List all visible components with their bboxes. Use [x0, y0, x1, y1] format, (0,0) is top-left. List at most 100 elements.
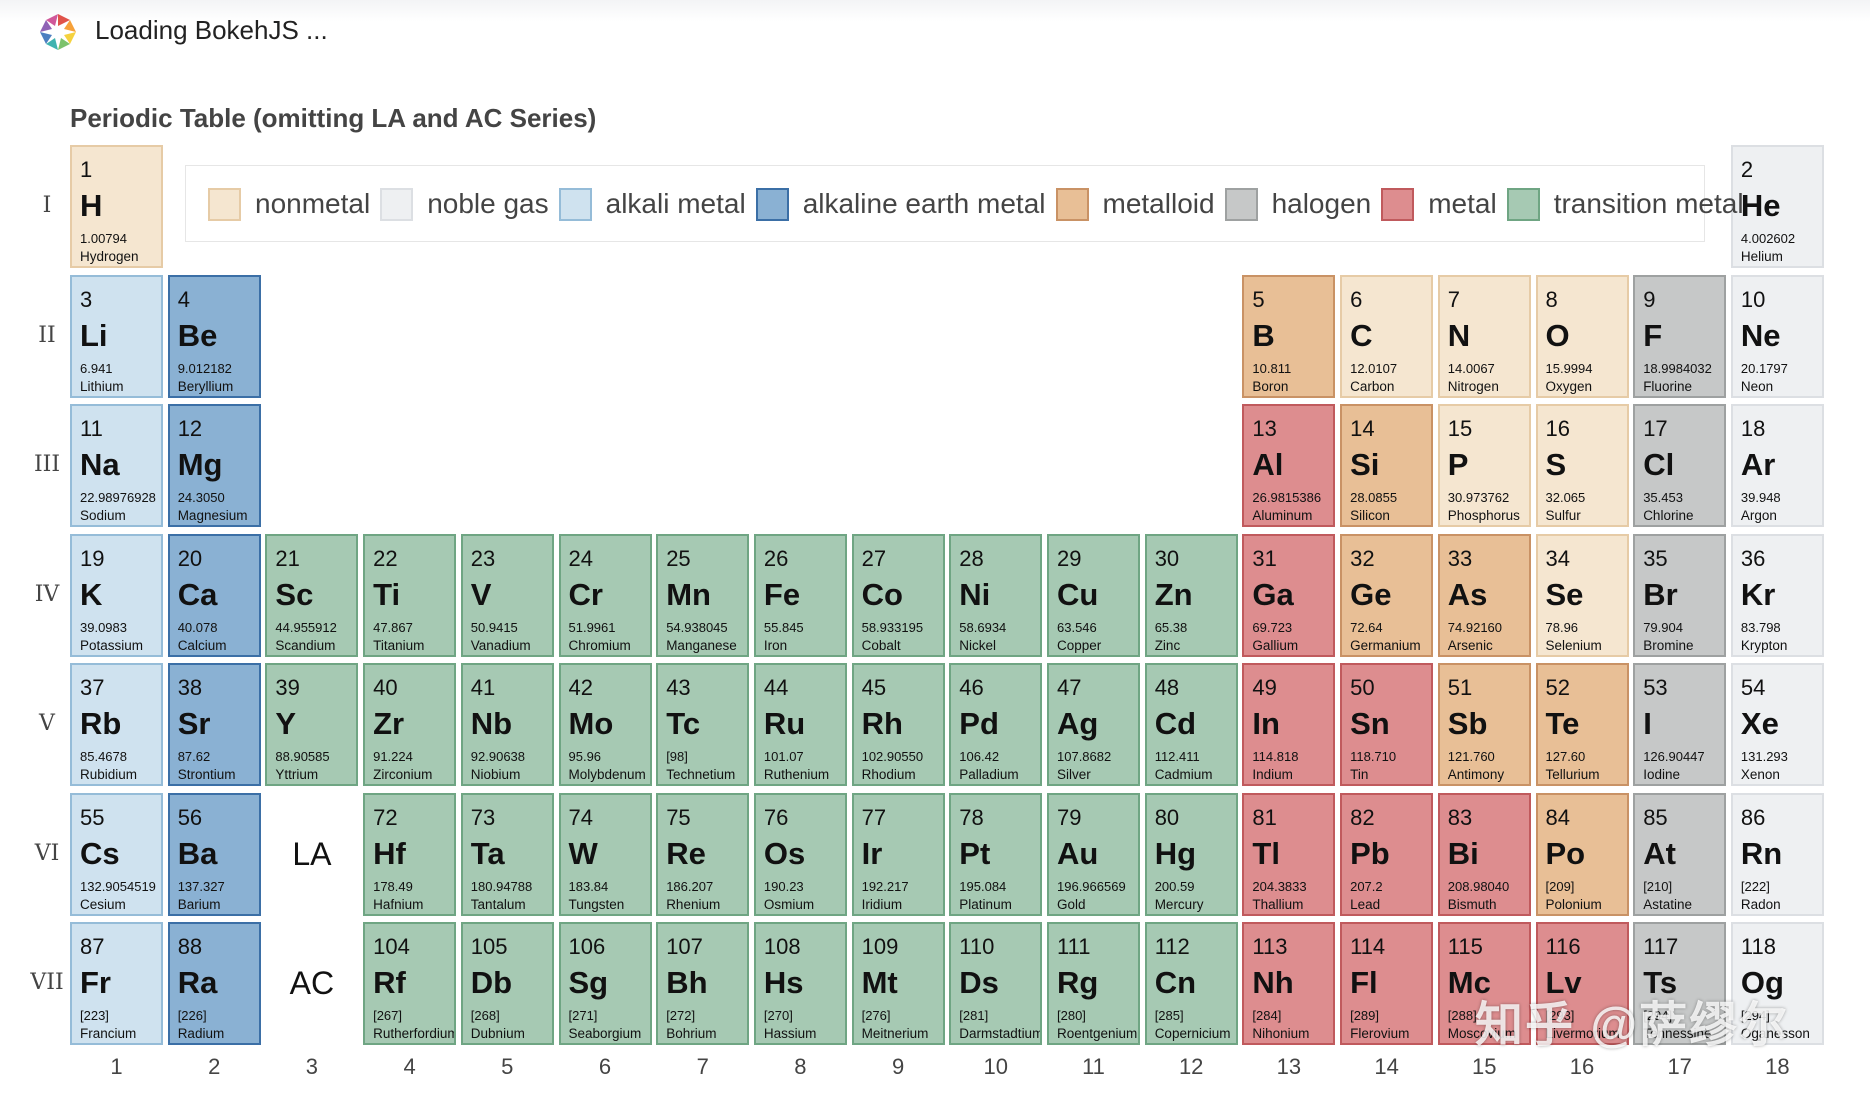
- element-tile-ti[interactable]: 22 Ti 47.867 Titanium: [363, 533, 457, 657]
- element-tile-rg[interactable]: 111 Rg [280] Roentgenium: [1047, 922, 1140, 1045]
- element-tile-sn[interactable]: 50 Sn 118.710 Tin: [1340, 663, 1434, 786]
- element-symbol: Pb: [1350, 835, 1390, 871]
- element-tile-rf[interactable]: 104 Rf [267] Rutherfordium: [363, 922, 457, 1045]
- element-tile-bh[interactable]: 107 Bh [272] Bohrium: [656, 922, 750, 1045]
- element-tile-c[interactable]: 6 C 12.0107 Carbon: [1340, 274, 1434, 398]
- element-tile-fr[interactable]: 87 Fr [223] Francium: [70, 922, 163, 1045]
- element-tile-k[interactable]: 19 K 39.0983 Potassium: [70, 533, 163, 657]
- element-tile-i[interactable]: 53 I 126.90447 Iodine: [1633, 663, 1727, 786]
- atomic-number: 33: [1447, 545, 1473, 571]
- element-tile-f[interactable]: 9 F 18.9984032 Fluorine: [1633, 274, 1727, 398]
- element-tile-o[interactable]: 8 O 15.9994 Oxygen: [1535, 274, 1629, 398]
- element-tile-sg[interactable]: 106 Sg [271] Seaborgium: [558, 922, 652, 1045]
- element-tile-fe[interactable]: 26 Fe 55.845 Iron: [753, 533, 847, 657]
- atomic-mass: 74.92160: [1447, 619, 1503, 635]
- element-tile-w[interactable]: 74 W 183.84 Tungsten: [558, 792, 652, 916]
- element-tile-ne[interactable]: 10 Ne 20.1797 Neon: [1730, 274, 1824, 398]
- element-tile-ta[interactable]: 73 Ta 180.94788 Tantalum: [460, 792, 554, 916]
- element-tile-hf[interactable]: 72 Hf 178.49 Hafnium: [363, 792, 457, 916]
- element-tile-ir[interactable]: 77 Ir 192.217 Iridium: [851, 792, 945, 916]
- element-tile-ag[interactable]: 47 Ag 107.8682 Silver: [1047, 663, 1140, 786]
- legend-item[interactable]: alkaline earth metal: [755, 186, 1046, 222]
- element-tile-ni[interactable]: 28 Ni 58.6934 Nickel: [949, 533, 1043, 657]
- element-tile-li[interactable]: 3 Li 6.941 Lithium: [70, 274, 163, 398]
- element-tile-hs[interactable]: 108 Hs [270] Hassium: [753, 922, 847, 1045]
- element-tile-co[interactable]: 27 Co 58.933195 Cobalt: [851, 533, 945, 657]
- element-tile-cu[interactable]: 29 Cu 63.546 Copper: [1047, 533, 1140, 657]
- element-tile-n[interactable]: 7 N 14.0067 Nitrogen: [1437, 274, 1531, 398]
- element-tile-re[interactable]: 75 Re 186.207 Rhenium: [656, 792, 750, 916]
- element-tile-hg[interactable]: 80 Hg 200.59 Mercury: [1144, 792, 1238, 916]
- element-tile-s[interactable]: 16 S 32.065 Sulfur: [1535, 404, 1629, 527]
- element-tile-bi[interactable]: 83 Bi 208.98040 Bismuth: [1437, 792, 1531, 916]
- element-tile-zn[interactable]: 30 Zn 65.38 Zinc: [1144, 533, 1238, 657]
- element-tile-at[interactable]: 85 At [210] Astatine: [1633, 792, 1727, 916]
- element-tile-cd[interactable]: 48 Cd 112.411 Cadmium: [1144, 663, 1238, 786]
- element-name: Meitnerium: [861, 1026, 929, 1041]
- element-tile-fl[interactable]: 114 Fl [289] Flerovium: [1340, 922, 1434, 1045]
- element-tile-rb[interactable]: 37 Rb 85.4678 Rubidium: [70, 663, 163, 786]
- element-tile-pb[interactable]: 82 Pb 207.2 Lead: [1340, 792, 1434, 916]
- legend-item[interactable]: metal: [1381, 186, 1497, 222]
- element-tile-ca[interactable]: 20 Ca 40.078 Calcium: [167, 533, 261, 657]
- element-tile-po[interactable]: 84 Po [209] Polonium: [1535, 792, 1629, 916]
- legend-item[interactable]: metalloid: [1055, 186, 1215, 222]
- element-tile-db[interactable]: 105 Db [268] Dubnium: [460, 922, 554, 1045]
- atomic-number: 32: [1350, 545, 1375, 571]
- atomic-mass: 28.0855: [1350, 490, 1398, 505]
- element-tile-cn[interactable]: 112 Cn [285] Copernicium: [1144, 922, 1238, 1045]
- element-tile-se[interactable]: 34 Se 78.96 Selenium: [1535, 533, 1629, 657]
- element-tile-tl[interactable]: 81 Tl 204.3833 Thallium: [1242, 792, 1336, 916]
- legend-item[interactable]: noble gas: [380, 186, 549, 222]
- element-name: Neon: [1740, 378, 1774, 394]
- element-tile-ge[interactable]: 32 Ge 72.64 Germanium: [1340, 533, 1434, 657]
- element-tile-rn[interactable]: 86 Rn [222] Radon: [1730, 792, 1824, 916]
- element-symbol: C: [1350, 317, 1373, 353]
- atomic-number: 25: [666, 545, 691, 571]
- element-tile-h[interactable]: 1 H 1.00794 Hydrogen: [70, 145, 163, 268]
- element-tile-na[interactable]: 11 Na 22.98976928 Sodium: [70, 404, 163, 527]
- element-tile-sb[interactable]: 51 Sb 121.760 Antimony: [1437, 663, 1531, 786]
- element-tile-tc[interactable]: 43 Tc [98] Technetium: [656, 663, 750, 786]
- element-tile-y[interactable]: 39 Y 88.90585 Yttrium: [265, 663, 359, 786]
- element-tile-kr[interactable]: 36 Kr 83.798 Krypton: [1730, 533, 1824, 657]
- element-tile-be[interactable]: 4 Be 9.012182 Beryllium: [167, 274, 261, 398]
- legend-item[interactable]: halogen: [1224, 186, 1371, 222]
- element-tile-os[interactable]: 76 Os 190.23 Osmium: [753, 792, 847, 916]
- element-tile-si[interactable]: 14 Si 28.0855 Silicon: [1340, 404, 1434, 527]
- legend-item[interactable]: alkali metal: [558, 186, 746, 222]
- element-tile-cr[interactable]: 24 Cr 51.9961 Chromium: [558, 533, 652, 657]
- element-tile-nb[interactable]: 41 Nb 92.90638 Niobium: [460, 663, 554, 786]
- element-tile-v[interactable]: 23 V 50.9415 Vanadium: [460, 533, 554, 657]
- element-tile-al[interactable]: 13 Al 26.9815386 Aluminum: [1242, 404, 1336, 527]
- element-tile-rh[interactable]: 45 Rh 102.90550 Rhodium: [851, 663, 945, 786]
- element-tile-in[interactable]: 49 In 114.818 Indium: [1242, 663, 1336, 786]
- element-tile-cl[interactable]: 17 Cl 35.453 Chlorine: [1633, 404, 1727, 527]
- element-tile-pd[interactable]: 46 Pd 106.42 Palladium: [949, 663, 1043, 786]
- element-tile-au[interactable]: 79 Au 196.966569 Gold: [1047, 792, 1140, 916]
- element-tile-pt[interactable]: 78 Pt 195.084 Platinum: [949, 792, 1043, 916]
- element-tile-ds[interactable]: 110 Ds [281] Darmstadtium: [949, 922, 1043, 1045]
- legend-item[interactable]: nonmetal: [208, 186, 370, 222]
- legend-item[interactable]: transition metal: [1506, 186, 1744, 222]
- element-tile-te[interactable]: 52 Te 127.60 Tellurium: [1535, 663, 1629, 786]
- element-tile-ba[interactable]: 56 Ba 137.327 Barium: [167, 792, 261, 916]
- element-tile-as[interactable]: 33 As 74.92160 Arsenic: [1437, 533, 1531, 657]
- element-tile-b[interactable]: 5 B 10.811 Boron: [1242, 274, 1336, 398]
- element-tile-ru[interactable]: 44 Ru 101.07 Ruthenium: [753, 663, 847, 786]
- element-tile-mt[interactable]: 109 Mt [276] Meitnerium: [851, 922, 945, 1045]
- element-tile-nh[interactable]: 113 Nh [284] Nihonium: [1242, 922, 1336, 1045]
- element-tile-zr[interactable]: 40 Zr 91.224 Zirconium: [363, 663, 457, 786]
- element-tile-br[interactable]: 35 Br 79.904 Bromine: [1633, 533, 1727, 657]
- element-tile-ar[interactable]: 18 Ar 39.948 Argon: [1730, 404, 1824, 527]
- element-tile-mn[interactable]: 25 Mn 54.938045 Manganese: [656, 533, 750, 657]
- element-tile-xe[interactable]: 54 Xe 131.293 Xenon: [1730, 663, 1824, 786]
- element-tile-mg[interactable]: 12 Mg 24.3050 Magnesium: [167, 404, 261, 527]
- element-tile-sc[interactable]: 21 Sc 44.955912 Scandium: [265, 533, 359, 657]
- element-tile-ra[interactable]: 88 Ra [226] Radium: [167, 922, 261, 1045]
- element-tile-mo[interactable]: 42 Mo 95.96 Molybdenum: [558, 663, 652, 786]
- element-tile-p[interactable]: 15 P 30.973762 Phosphorus: [1437, 404, 1531, 527]
- element-tile-ga[interactable]: 31 Ga 69.723 Gallium: [1242, 533, 1336, 657]
- element-tile-sr[interactable]: 38 Sr 87.62 Strontium: [167, 663, 261, 786]
- element-tile-cs[interactable]: 55 Cs 132.9054519 Cesium: [70, 792, 163, 916]
